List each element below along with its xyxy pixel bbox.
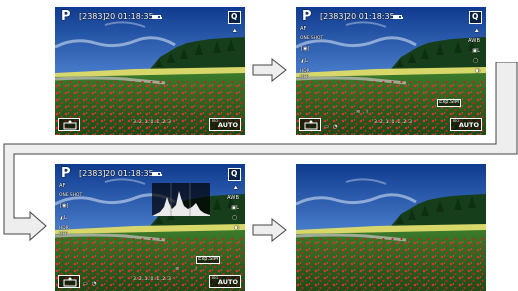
shooting-mode: P: [61, 9, 71, 24]
wifi-icon: ≋: [175, 265, 180, 272]
exposure-level-indicator: 3..2..1..0..1..2..3: [133, 277, 171, 282]
image-quality-icon: ▣L: [472, 48, 480, 54]
af-operation: ONE SHOT: [300, 36, 324, 41]
shots-remaining: [2383]: [320, 12, 347, 21]
quick-control-button[interactable]: Q: [228, 11, 241, 24]
battery-icon: [152, 15, 162, 19]
af-method: AF: [300, 26, 307, 32]
exposure-simulation-badge: Exp.SIM: [196, 256, 220, 264]
scene-icon: ⛰: [474, 28, 479, 34]
iso-button[interactable]: ISO AUTO: [209, 275, 241, 288]
shots-remaining: [2383]: [79, 12, 106, 21]
self-timer-off-icon: ◔: [92, 280, 97, 287]
touch-shutter-button[interactable]: [58, 275, 80, 288]
quick-control-button[interactable]: Q: [469, 11, 482, 24]
white-balance: AWB: [468, 38, 480, 44]
clock-time: 20 01:18:35: [346, 12, 395, 21]
metering-icon: [◉]: [301, 46, 310, 52]
bluetooth-icon: ᛒ: [195, 265, 199, 272]
battery-icon: [393, 15, 403, 19]
shooting-mode: P: [302, 9, 312, 24]
clock-time: 20 01:18:35: [105, 12, 154, 21]
scene-icon: ⛰: [232, 28, 237, 34]
wrap-arrow-icon: [3, 62, 518, 242]
touch-shutter-icon: [63, 277, 77, 287]
card-icon: ▭: [83, 280, 88, 287]
